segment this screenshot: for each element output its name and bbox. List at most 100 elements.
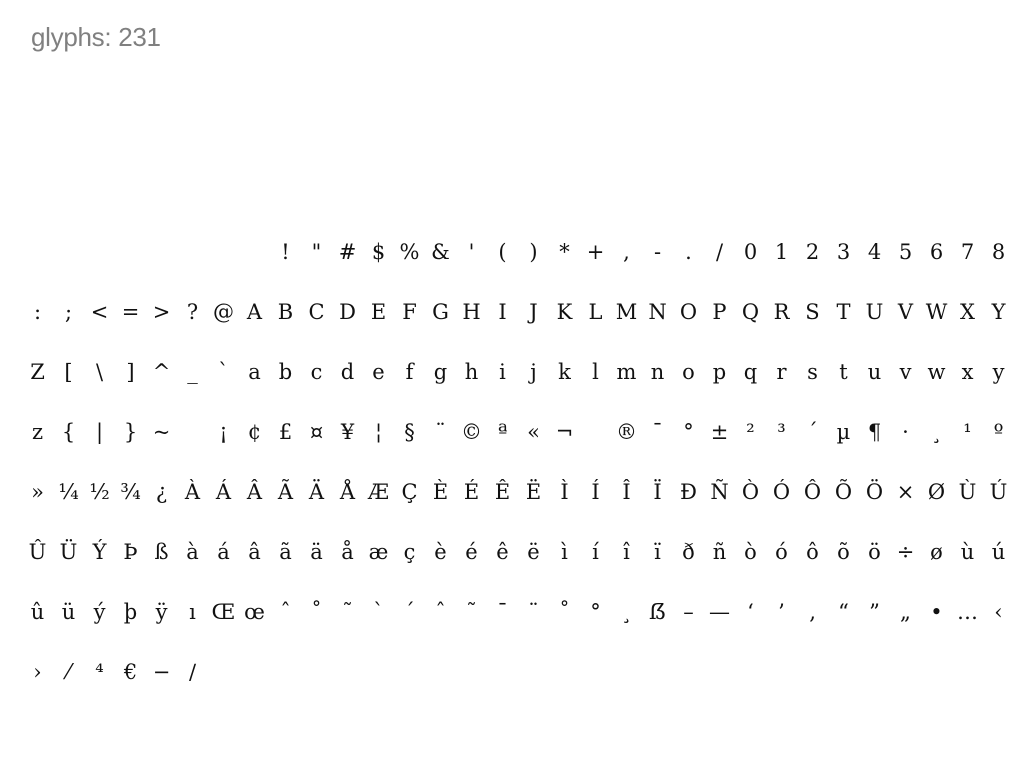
glyph-cell: x (961, 360, 974, 384)
glyph-cell (146, 222, 177, 282)
glyph-cell: 7 (960, 240, 975, 264)
glyph-cell (239, 222, 270, 282)
glyph-cell: Þ (123, 540, 138, 564)
glyph-cell: ö (868, 540, 881, 564)
glyph-cell: : (33, 300, 42, 324)
glyph-cell: ¡ (219, 420, 228, 444)
glyph-cell: r (776, 360, 787, 384)
glyph-cell: − (152, 660, 171, 684)
glyph-cell: ¨ (435, 420, 446, 444)
glyph-cell: | (95, 420, 104, 444)
glyph-cell: € (123, 660, 138, 684)
glyph-cell: Ì (560, 480, 569, 504)
glyph-cell: î (623, 540, 630, 564)
glyph-cell: Ç (401, 480, 418, 504)
glyph-cell: ÿ (155, 600, 168, 624)
glyph-cell: ø (930, 540, 943, 564)
glyph-cell: ½ (89, 480, 110, 504)
glyph-cell: ÷ (896, 540, 915, 564)
glyph-cell: 8 (991, 240, 1006, 264)
glyph-cell: ù (960, 540, 975, 564)
glyph-cell: © (461, 420, 482, 444)
glyph-cell: Ë (525, 480, 542, 504)
glyph-cell: . (685, 240, 692, 264)
glyph-cell: Q (741, 300, 760, 324)
glyph-cell: ª (497, 420, 508, 444)
glyph-cell: Í (591, 480, 600, 504)
glyph-cell: ¼ (58, 480, 79, 504)
glyph-cell: u (867, 360, 882, 384)
glyph-cell: ˜ (466, 600, 477, 624)
glyph-cell: ] (126, 360, 135, 384)
glyph-cell: y (992, 360, 1005, 384)
glyph-cell: I (498, 300, 507, 324)
glyph-cell: b (278, 360, 293, 384)
glyph-cell: ü (61, 600, 76, 624)
glyph-cell: à (186, 540, 199, 564)
glyph-cell: ¨ (528, 600, 539, 624)
glyph-cell: * (559, 240, 570, 264)
glyph-cell: M (615, 300, 638, 324)
glyph-cell: â (248, 540, 261, 564)
glyph-cell: × (896, 480, 915, 504)
glyph-cell: " (311, 240, 322, 264)
glyph-cell: Ô (803, 480, 822, 504)
glyph-cell: ² (746, 420, 755, 444)
glyph-cell: e (372, 360, 385, 384)
glyph-cell: ô (806, 540, 819, 564)
glyph-cell: Î (622, 480, 631, 504)
glyph-cell: ? (186, 300, 199, 324)
glyph-cell: L (588, 300, 603, 324)
glyph-cell: j (530, 360, 537, 384)
glyph-cell: 1 (774, 240, 789, 264)
glyph-cell: Á (215, 480, 232, 504)
glyph-cell: å (341, 540, 354, 564)
glyph-cell: F (402, 300, 417, 324)
glyph-cell: ẞ (648, 600, 667, 624)
glyph-cell: U (865, 300, 884, 324)
glyph-cell: ë (527, 540, 540, 564)
glyph-cell: p (712, 360, 727, 384)
glyph-cell: o (682, 360, 695, 384)
glyph-cell: ° (683, 420, 694, 444)
glyph-cell: O (679, 300, 698, 324)
glyph-cell: ° (590, 600, 601, 624)
glyph-cell: 3 (836, 240, 851, 264)
glyph-cell: } (123, 420, 138, 444)
glyph-cell: õ (837, 540, 850, 564)
glyph-cell: ¹ (963, 420, 972, 444)
glyph-cell: ´ (807, 420, 818, 444)
glyph-cell: ˋ (373, 600, 384, 624)
glyph-cell: ˚ (559, 600, 570, 624)
glyph-count-label: glyphs: 231 (31, 22, 161, 52)
glyph-cell: ý (93, 600, 106, 624)
glyph-cell: Å (339, 480, 356, 504)
glyph-cell: \ (95, 360, 104, 384)
glyph-cell: 4 (867, 240, 882, 264)
glyph-cell: ñ (712, 540, 727, 564)
glyph-cell: Æ (367, 480, 390, 504)
glyph-cell (22, 222, 53, 282)
glyph-cell: D (339, 300, 356, 324)
glyph-cell: ú (991, 540, 1006, 564)
glyph-cell: S (805, 300, 820, 324)
glyph-cell: 9 (1014, 222, 1024, 282)
glyph-cell: Ù (958, 480, 977, 504)
glyph-cell: ‹ (994, 600, 1003, 624)
glyph-cell: ê (496, 540, 509, 564)
glyph-cell: ” (869, 600, 880, 624)
glyph-cell: · (902, 420, 909, 444)
glyph-cell: Ã (277, 480, 294, 504)
glyph-cell: X (960, 300, 975, 324)
glyph-cell: = (121, 300, 140, 324)
glyph-cell: l (592, 360, 599, 384)
glyph-cell: µ (836, 420, 851, 444)
glyph-cell: • (930, 600, 943, 624)
glyph-cell: è (434, 540, 447, 564)
glyph-cell: < (90, 300, 109, 324)
glyph-cell: Ò (741, 480, 760, 504)
glyph-cell: - (653, 240, 662, 264)
glyph-cell: Œ (211, 600, 236, 624)
glyph-cell: á (217, 540, 230, 564)
glyph-cell: – (683, 600, 694, 624)
